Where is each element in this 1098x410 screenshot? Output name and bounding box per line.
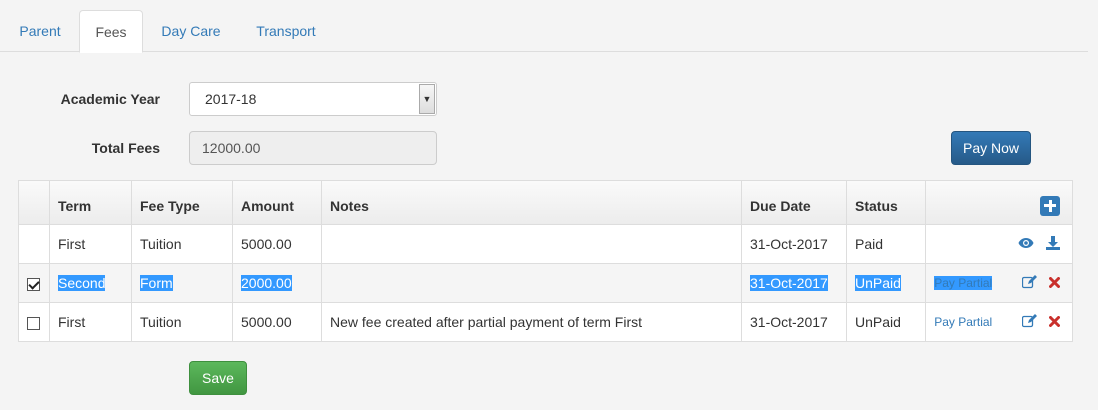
fees-table: Term Fee Type Amount Notes Due Date Stat… — [18, 180, 1073, 342]
table-row: Second Form 2000.00 31-Oct-2017 UnPaid P… — [18, 263, 1073, 303]
column-header-amount: Amount — [232, 180, 322, 225]
row-checkbox[interactable] — [27, 316, 40, 330]
actions-column-header — [925, 180, 1073, 225]
academic-year-label: Academic Year — [60, 91, 160, 107]
edit-icon[interactable] — [1021, 313, 1038, 331]
due-date-cell: 31-Oct-2017 — [741, 302, 847, 342]
row-select-cell — [18, 302, 50, 342]
pay-now-button[interactable]: Pay Now — [951, 131, 1031, 165]
due-date-value: 31-Oct-2017 — [750, 275, 828, 291]
pay-partial-link[interactable]: Pay Partial — [934, 276, 993, 291]
tab-transport[interactable]: Transport — [240, 10, 332, 52]
column-header-due-date: Due Date — [741, 180, 847, 225]
status-cell: UnPaid — [846, 263, 926, 303]
row-select-cell — [18, 263, 50, 303]
total-fees-label: Total Fees — [91, 140, 160, 156]
notes-cell: New fee created after partial payment of… — [321, 302, 742, 342]
term-cell: First — [49, 224, 132, 264]
fee-type-cell: Tuition — [131, 302, 233, 342]
fee-type-value: Form — [140, 275, 173, 291]
status-cell: UnPaid — [846, 302, 926, 342]
plus-square-icon[interactable] — [1040, 195, 1060, 216]
due-date-cell: 31-Oct-2017 — [741, 224, 847, 264]
table-header-row: Term Fee Type Amount Notes Due Date Stat… — [18, 180, 1073, 225]
download-icon[interactable] — [1046, 235, 1060, 253]
term-cell: First — [49, 302, 132, 342]
column-header-fee-type: Fee Type — [131, 180, 233, 225]
table-row: First Tuition 5000.00 New fee created af… — [18, 302, 1073, 342]
tab-fees[interactable]: Fees — [79, 10, 143, 53]
amount-cell: 5000.00 — [232, 224, 322, 264]
select-column-header — [18, 180, 50, 225]
pay-partial-link[interactable]: Pay Partial — [934, 315, 992, 329]
notes-cell — [321, 263, 742, 303]
tab-day-care[interactable]: Day Care — [146, 10, 236, 52]
actions-cell: Pay Partial — [925, 302, 1073, 342]
fee-type-cell: Tuition — [131, 224, 233, 264]
column-header-term: Term — [49, 180, 132, 225]
tab-parent[interactable]: Parent — [4, 10, 76, 52]
column-header-status: Status — [846, 180, 926, 225]
academic-year-select[interactable]: 2017-18 ▼ — [189, 82, 437, 116]
status-value: UnPaid — [855, 275, 901, 291]
due-date-cell: 31-Oct-2017 — [741, 263, 847, 303]
chevron-down-icon[interactable]: ▼ — [419, 84, 435, 114]
amount-cell: 5000.00 — [232, 302, 322, 342]
table-row: First Tuition 5000.00 31-Oct-2017 Paid — [18, 224, 1073, 264]
remove-icon[interactable] — [1049, 275, 1060, 291]
column-header-notes: Notes — [321, 180, 742, 225]
actions-cell — [925, 224, 1073, 264]
amount-value: 2000.00 — [241, 275, 292, 291]
term-cell: Second — [49, 263, 132, 303]
save-button[interactable]: Save — [189, 361, 247, 395]
row-select-cell — [18, 224, 50, 264]
academic-year-value: 2017-18 — [205, 91, 257, 107]
status-cell: Paid — [846, 224, 926, 264]
notes-cell — [321, 224, 742, 264]
remove-icon[interactable] — [1049, 314, 1060, 330]
row-checkbox[interactable] — [27, 277, 40, 291]
term-value: Second — [58, 275, 106, 291]
amount-cell: 2000.00 — [232, 263, 322, 303]
total-fees-field: 12000.00 — [189, 131, 437, 165]
tab-bar: Parent Fees Day Care Transport — [0, 0, 1088, 53]
eye-icon[interactable] — [1018, 236, 1034, 252]
actions-cell: Pay Partial — [925, 263, 1073, 303]
edit-icon[interactable] — [1021, 274, 1038, 292]
fee-type-cell: Form — [131, 263, 233, 303]
